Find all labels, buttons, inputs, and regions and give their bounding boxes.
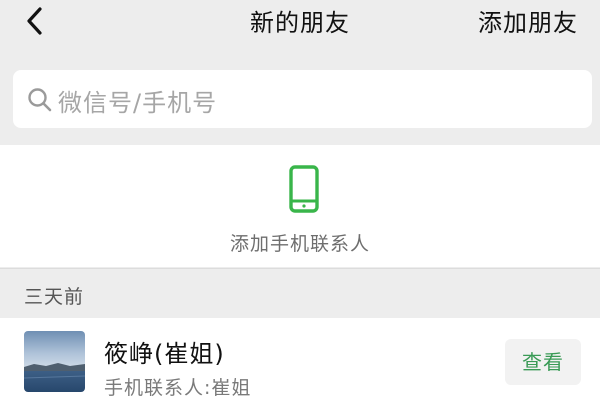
back-button[interactable] — [20, 4, 50, 38]
friend-name: 筱峥(崔姐) — [104, 340, 225, 368]
avatar-photo — [24, 331, 85, 392]
view-button[interactable]: 查看 — [505, 339, 581, 385]
search-icon — [28, 88, 52, 112]
chevron-left-icon — [27, 7, 42, 35]
add-mobile-contacts-label: 添加手机联系人 — [229, 233, 370, 255]
new-friends-screen: 新的朋友 添加朋友 微信号/手机号 添加手机联系人 三天前 筱峥(崔姐) 手机联… — [0, 0, 600, 400]
search-placeholder: 微信号/手机号 — [58, 89, 218, 117]
add-friend-button[interactable]: 添加朋友 — [478, 3, 578, 38]
section-title: 三天前 — [24, 286, 85, 308]
friend-source-label: 手机联系人:崔姐 — [104, 377, 252, 399]
section-header: 三天前 — [0, 268, 600, 318]
list-item[interactable]: 筱峥(崔姐) 手机联系人:崔姐 查看 — [0, 318, 600, 400]
mobile-phone-icon — [289, 165, 319, 213]
search-input[interactable]: 微信号/手机号 — [13, 70, 592, 128]
navigation-bar: 新的朋友 添加朋友 — [0, 0, 600, 44]
add-mobile-contacts-button[interactable]: 添加手机联系人 — [0, 145, 600, 267]
avatar[interactable] — [24, 331, 85, 392]
